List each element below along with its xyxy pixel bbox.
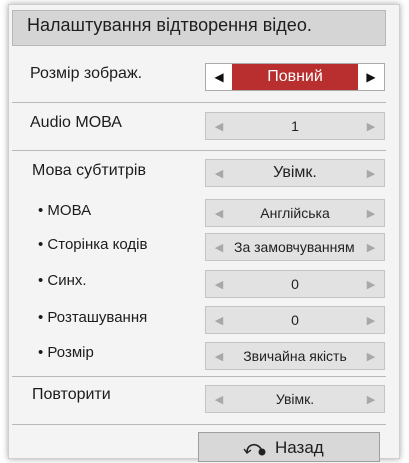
code-page-value: За замовчуванням bbox=[234, 239, 355, 255]
subtitle-lang-value: Англійська bbox=[260, 205, 330, 221]
separator bbox=[12, 424, 386, 425]
back-label: Назад bbox=[275, 438, 324, 457]
left-arrow-icon[interactable]: ◀ bbox=[206, 200, 232, 226]
right-arrow-icon[interactable]: ▶ bbox=[358, 271, 384, 297]
right-arrow-icon[interactable]: ▶ bbox=[358, 234, 384, 260]
right-arrow-icon[interactable]: ▶ bbox=[358, 64, 384, 90]
right-arrow-icon[interactable]: ▶ bbox=[358, 200, 384, 226]
position-label: • Розташування bbox=[38, 309, 148, 326]
picture-size-label: Розмір зображ. bbox=[30, 65, 143, 82]
left-arrow-icon[interactable]: ◀ bbox=[206, 386, 232, 412]
right-arrow-icon[interactable]: ▶ bbox=[358, 386, 384, 412]
subtitle-lang-label: • МОВА bbox=[38, 202, 92, 219]
position-selector[interactable]: ◀ 0 ▶ bbox=[205, 306, 385, 334]
audio-language-label: Audio МОВА bbox=[30, 114, 122, 131]
panel-title: Налаштування відтворення відео. bbox=[27, 15, 312, 35]
separator bbox=[12, 376, 386, 377]
size-value: Звичайна якість bbox=[243, 348, 347, 364]
repeat-selector[interactable]: ◀ Увімк. ▶ bbox=[205, 385, 385, 413]
audio-language-value: 1 bbox=[291, 118, 299, 134]
subtitle-language-label: Мова субтитрів bbox=[32, 162, 146, 179]
separator bbox=[12, 102, 386, 103]
left-arrow-icon[interactable]: ◀ bbox=[206, 64, 232, 90]
back-arrow-icon bbox=[243, 443, 266, 456]
sync-label: • Синх. bbox=[38, 272, 87, 289]
back-button[interactable]: Назад bbox=[198, 432, 380, 462]
right-arrow-icon[interactable]: ▶ bbox=[358, 160, 384, 186]
subtitle-language-value: Увімк. bbox=[273, 164, 317, 181]
right-arrow-icon[interactable]: ▶ bbox=[358, 307, 384, 333]
picture-size-value: Повний bbox=[232, 64, 358, 90]
left-arrow-icon[interactable]: ◀ bbox=[206, 271, 232, 297]
right-arrow-icon[interactable]: ▶ bbox=[358, 343, 384, 369]
subtitle-lang-selector[interactable]: ◀ Англійська ▶ bbox=[205, 199, 385, 227]
left-arrow-icon[interactable]: ◀ bbox=[206, 113, 232, 139]
left-arrow-icon[interactable]: ◀ bbox=[206, 343, 232, 369]
size-selector[interactable]: ◀ Звичайна якість ▶ bbox=[205, 342, 385, 370]
left-arrow-icon[interactable]: ◀ bbox=[206, 307, 232, 333]
left-arrow-icon[interactable]: ◀ bbox=[206, 160, 232, 186]
picture-size-selector[interactable]: ◀ Повний ▶ bbox=[205, 63, 385, 91]
left-arrow-icon[interactable]: ◀ bbox=[206, 234, 232, 260]
code-page-label: • Сторінка кодів bbox=[38, 236, 148, 253]
right-arrow-icon[interactable]: ▶ bbox=[358, 113, 384, 139]
code-page-selector[interactable]: ◀ За замовчуванням ▶ bbox=[205, 233, 385, 261]
panel-title-bar: Налаштування відтворення відео. bbox=[12, 10, 386, 46]
separator bbox=[12, 150, 386, 151]
sync-value: 0 bbox=[291, 276, 299, 292]
sync-selector[interactable]: ◀ 0 ▶ bbox=[205, 270, 385, 298]
subtitle-language-selector[interactable]: ◀ Увімк. ▶ bbox=[205, 159, 385, 187]
repeat-value: Увімк. bbox=[275, 391, 315, 407]
audio-language-selector[interactable]: ◀ 1 ▶ bbox=[205, 112, 385, 140]
repeat-label: Повторити bbox=[32, 386, 111, 403]
size-label: • Розмір bbox=[38, 344, 94, 361]
position-value: 0 bbox=[291, 312, 299, 328]
